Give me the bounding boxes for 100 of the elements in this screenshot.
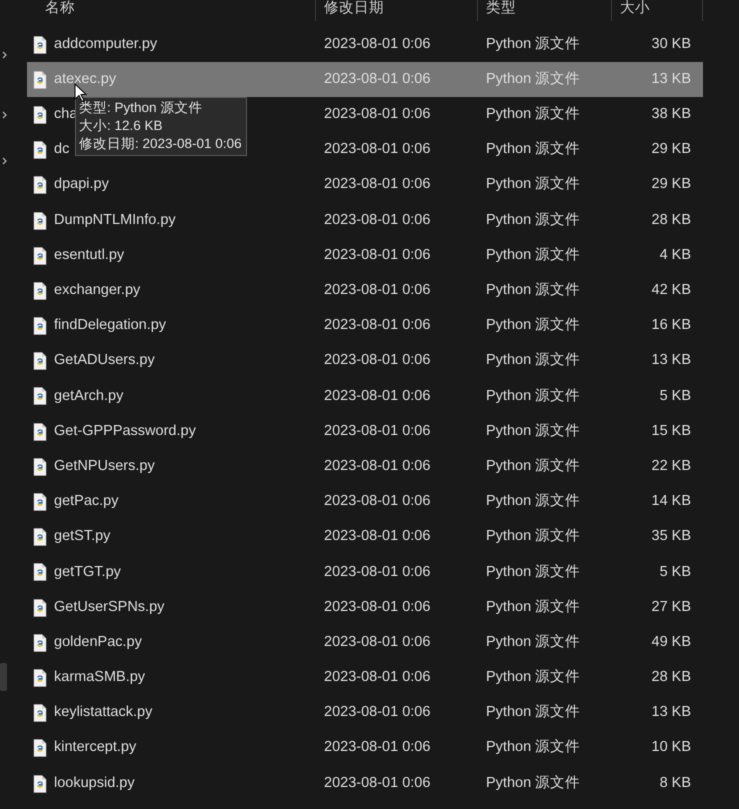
- modified-date: 2023-08-01 0:06: [323, 140, 432, 160]
- file-name: karmaSMB.py: [54, 668, 146, 688]
- file-size: 13 KB: [650, 70, 692, 89]
- scrollbar-thumb[interactable]: [0, 663, 7, 691]
- file-size: 42 KB: [650, 281, 692, 300]
- modified-date: 2023-08-01 0:06: [323, 281, 432, 300]
- python-file-icon: [33, 668, 47, 687]
- file-size: 13 KB: [650, 351, 692, 370]
- python-file-icon: [33, 70, 47, 89]
- python-file-icon: [33, 176, 47, 194]
- file-size: 30 KB: [650, 34, 692, 54]
- python-file-icon: [33, 598, 47, 617]
- file-size: 16 KB: [650, 316, 692, 336]
- python-file-icon: [33, 563, 47, 582]
- file-size: 28 KB: [650, 210, 692, 230]
- file-size: 10 KB: [650, 738, 692, 758]
- modified-date: 2023-08-01 0:06: [323, 668, 432, 688]
- file-size: 29 KB: [650, 140, 692, 160]
- modified-date: 2023-08-01 0:06: [323, 70, 432, 89]
- column-header[interactable]: 大小: [612, 0, 703, 21]
- modified-date: 2023-08-01 0:06: [323, 492, 432, 512]
- python-file-icon: [33, 493, 47, 512]
- file-type: Python 源文件: [485, 281, 582, 300]
- chevron-icon[interactable]: [2, 157, 7, 165]
- file-type: Python 源文件: [485, 105, 582, 124]
- file-type: Python 源文件: [485, 316, 582, 336]
- file-name: Get-GPPPassword.py: [54, 422, 196, 441]
- python-file-icon: [33, 246, 47, 265]
- file-type: Python 源文件: [485, 175, 582, 194]
- file-size: 29 KB: [650, 175, 692, 194]
- column-header[interactable]: 类型: [478, 0, 612, 21]
- file-name: esentutl.py: [54, 246, 124, 265]
- file-name: GetNPUsers.py: [54, 456, 155, 476]
- file-name: exchanger.py: [54, 281, 140, 300]
- file-type: Python 源文件: [485, 70, 582, 89]
- modified-date: 2023-08-01 0:06: [323, 527, 432, 546]
- file-type: Python 源文件: [485, 738, 582, 758]
- modified-date: 2023-08-01 0:06: [323, 703, 432, 722]
- file-size: 13 KB: [650, 703, 692, 722]
- chevron-icon[interactable]: [2, 111, 7, 119]
- tooltip-line: 类型: Python 源文件: [79, 99, 204, 117]
- python-file-icon: [33, 352, 47, 370]
- file-name: getPac.py: [54, 492, 118, 512]
- file-type: Python 源文件: [485, 774, 582, 793]
- modified-date: 2023-08-01 0:06: [323, 105, 432, 124]
- modified-date: 2023-08-01 0:06: [323, 456, 432, 476]
- file-type: Python 源文件: [485, 492, 582, 512]
- file-size: 8 KB: [658, 774, 692, 793]
- file-size: 49 KB: [650, 632, 692, 652]
- file-name: GetUserSPNs.py: [54, 598, 164, 617]
- python-file-icon: [33, 317, 47, 336]
- modified-date: 2023-08-01 0:06: [323, 175, 432, 194]
- file-name: goldenPac.py: [54, 632, 142, 652]
- file-type: Python 源文件: [485, 562, 582, 582]
- python-file-icon: [33, 106, 47, 124]
- python-file-icon: [33, 212, 47, 230]
- modified-date: 2023-08-01 0:06: [323, 386, 432, 406]
- modified-date: 2023-08-01 0:06: [323, 34, 432, 54]
- file-name: findDelegation.py: [54, 316, 166, 336]
- file-type: Python 源文件: [485, 703, 582, 722]
- python-file-icon: [33, 774, 47, 793]
- modified-date: 2023-08-01 0:06: [323, 738, 432, 758]
- modified-date: 2023-08-01 0:06: [323, 598, 432, 617]
- file-type: Python 源文件: [485, 422, 582, 441]
- chevron-icon[interactable]: [2, 51, 7, 59]
- file-name: getArch.py: [54, 386, 124, 406]
- tooltip-line: 修改日期: 2023-08-01 0:06: [79, 135, 242, 153]
- file-name: addcomputer.py: [54, 34, 158, 54]
- file-type: Python 源文件: [485, 246, 582, 265]
- python-file-icon: [33, 36, 47, 54]
- python-file-icon: [33, 141, 47, 160]
- python-file-icon: [33, 387, 47, 406]
- column-header[interactable]: 名称: [27, 0, 316, 21]
- file-size: 4 KB: [658, 246, 692, 265]
- modified-date: 2023-08-01 0:06: [323, 246, 432, 265]
- file-size: 38 KB: [650, 105, 692, 124]
- python-file-icon: [33, 282, 47, 300]
- modified-date: 2023-08-01 0:06: [323, 422, 432, 441]
- file-name: lookupsid.py: [54, 774, 135, 793]
- file-name: kintercept.py: [54, 738, 136, 758]
- modified-date: 2023-08-01 0:06: [323, 316, 432, 336]
- file-type: Python 源文件: [485, 668, 582, 688]
- tooltip-line: 大小: 12.6 KB: [79, 117, 164, 135]
- column-header[interactable]: 修改日期: [316, 0, 478, 21]
- file-type: Python 源文件: [485, 140, 582, 160]
- file-name: getTGT.py: [54, 562, 121, 582]
- file-size: 14 KB: [650, 492, 692, 512]
- python-file-icon: [33, 634, 47, 652]
- file-type: Python 源文件: [485, 598, 582, 617]
- modified-date: 2023-08-01 0:06: [323, 351, 432, 370]
- file-type: Python 源文件: [485, 351, 582, 370]
- file-size: 5 KB: [658, 562, 692, 582]
- file-size: 35 KB: [650, 527, 692, 546]
- file-type: Python 源文件: [485, 456, 582, 476]
- python-file-icon: [33, 704, 47, 722]
- modified-date: 2023-08-01 0:06: [323, 210, 432, 230]
- file-name: GetADUsers.py: [54, 351, 155, 370]
- file-size: 27 KB: [650, 598, 692, 617]
- file-size: 28 KB: [650, 668, 692, 688]
- file-type: Python 源文件: [485, 34, 582, 54]
